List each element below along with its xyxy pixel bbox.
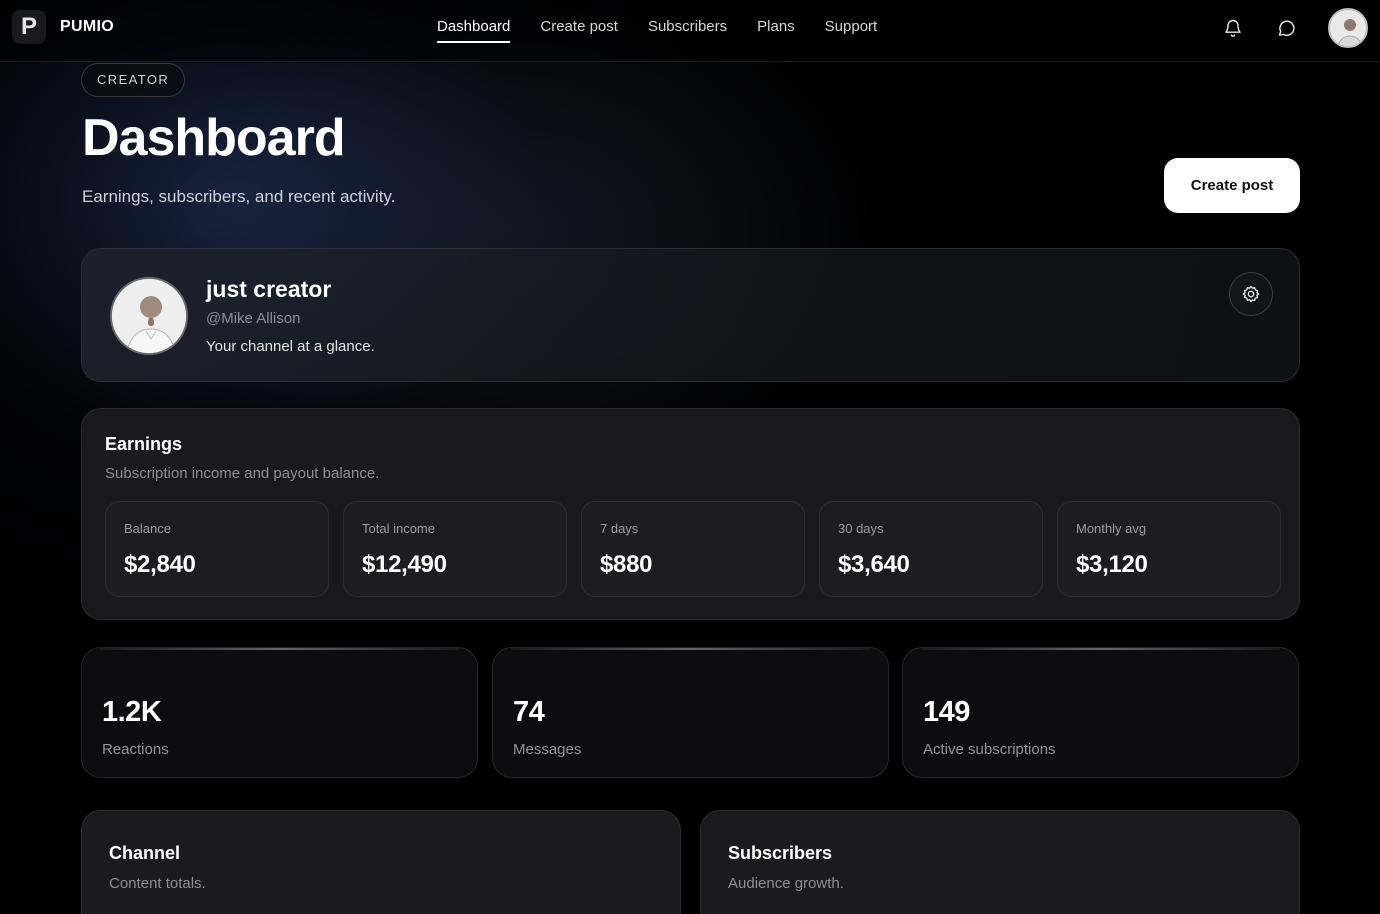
earnings-title: Earnings bbox=[105, 434, 183, 454]
metric-messages: 74 Messages bbox=[492, 647, 889, 778]
subscribers-title: Subscribers bbox=[728, 843, 833, 863]
stat-value: $2,840 bbox=[124, 551, 196, 578]
profile-handle: @Mike Allison bbox=[206, 310, 301, 327]
nav-links: Dashboard Create post Subscribers Plans … bbox=[437, 0, 907, 62]
profile-avatar bbox=[110, 277, 188, 355]
bell-icon[interactable] bbox=[1222, 17, 1244, 39]
earnings-stats: Balance $2,840 Total income $12,490 7 da… bbox=[105, 501, 1281, 597]
stat-30-days: 30 days $3,640 bbox=[819, 501, 1043, 597]
metric-label: Messages bbox=[513, 741, 582, 758]
channel-subtitle: Content totals. bbox=[109, 875, 206, 892]
stat-balance: Balance $2,840 bbox=[105, 501, 329, 597]
metric-active-subscriptions: 149 Active subscriptions bbox=[902, 647, 1299, 778]
nav-actions bbox=[1222, 8, 1368, 48]
metric-value: 1.2K bbox=[102, 696, 162, 728]
earnings-subtitle: Subscription income and payout balance. bbox=[105, 465, 380, 482]
create-post-button[interactable]: Create post bbox=[1164, 158, 1300, 213]
logo-icon: P bbox=[12, 10, 46, 44]
earnings-card: Earnings Subscription income and payout … bbox=[81, 408, 1300, 620]
profile-name: just creator bbox=[206, 276, 332, 302]
brand[interactable]: P PUMIO bbox=[12, 10, 114, 44]
stat-value: $3,640 bbox=[838, 551, 910, 578]
stat-label: Total income bbox=[362, 521, 435, 536]
metric-reactions: 1.2K Reactions bbox=[81, 647, 478, 778]
gear-icon bbox=[1242, 285, 1260, 303]
nav-link-create-post[interactable]: Create post bbox=[540, 0, 618, 62]
channel-card: Channel Content totals. bbox=[81, 810, 681, 914]
stat-label: 7 days bbox=[600, 521, 639, 536]
nav-link-plans[interactable]: Plans bbox=[757, 0, 795, 62]
subscribers-subtitle: Audience growth. bbox=[728, 875, 844, 892]
nav-link-support[interactable]: Support bbox=[825, 0, 878, 62]
stat-label: 30 days bbox=[838, 521, 884, 536]
subscribers-card: Subscribers Audience growth. bbox=[700, 810, 1300, 914]
metric-label: Active subscriptions bbox=[923, 741, 1056, 758]
metric-value: 149 bbox=[923, 696, 970, 728]
profile-description: Your channel at a glance. bbox=[206, 338, 375, 355]
chat-icon[interactable] bbox=[1275, 17, 1297, 39]
settings-button[interactable] bbox=[1229, 272, 1273, 316]
stat-7-days: 7 days $880 bbox=[581, 501, 805, 597]
stat-label: Monthly avg bbox=[1076, 521, 1147, 536]
page-subtitle: Earnings, subscribers, and recent activi… bbox=[82, 187, 396, 206]
metric-label: Reactions bbox=[102, 741, 169, 758]
stat-monthly-avg: Monthly avg $3,120 bbox=[1057, 501, 1281, 597]
stat-value: $880 bbox=[600, 551, 653, 578]
nav-link-dashboard[interactable]: Dashboard bbox=[437, 0, 511, 62]
profile-card: just creator @Mike Allison Your channel … bbox=[81, 248, 1300, 382]
app-frame: P PUMIO Dashboard Create post Subscriber… bbox=[0, 0, 1380, 914]
metric-value: 74 bbox=[513, 696, 545, 728]
channel-title: Channel bbox=[109, 843, 181, 863]
top-nav: P PUMIO Dashboard Create post Subscriber… bbox=[0, 0, 1380, 62]
brand-name: PUMIO bbox=[60, 18, 114, 35]
avatar[interactable] bbox=[1328, 8, 1368, 48]
page-title: Dashboard bbox=[82, 109, 346, 167]
stat-total-income: Total income $12,490 bbox=[343, 501, 567, 597]
stat-value: $3,120 bbox=[1076, 551, 1148, 578]
creator-badge: CREATOR bbox=[81, 63, 186, 97]
stat-label: Balance bbox=[124, 521, 171, 536]
nav-link-subscribers[interactable]: Subscribers bbox=[648, 0, 727, 62]
stat-value: $12,490 bbox=[362, 551, 447, 578]
